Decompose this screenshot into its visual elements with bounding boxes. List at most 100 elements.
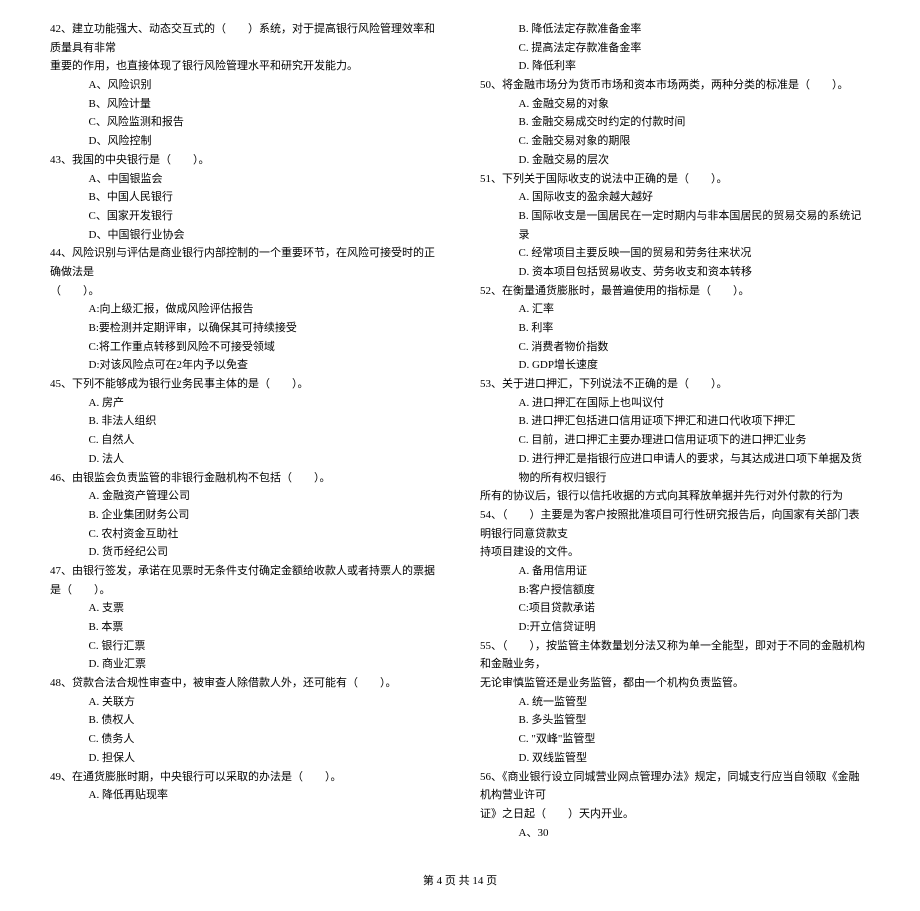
question-text: 44、风险识别与评估是商业银行内部控制的一个重要环节，在风险可接受时的正确做法是: [50, 244, 440, 281]
option-d: D. 法人: [89, 450, 441, 469]
option-b: B. 债权人: [89, 711, 441, 730]
page-footer: 第 4 页 共 14 页: [50, 872, 870, 891]
question-text-cont: 证》之日起（ ）天内开业。: [480, 805, 870, 824]
option-d: D:开立信贷证明: [519, 618, 871, 637]
question-52: 52、在衡量通货膨胀时，最普遍使用的指标是（ ）。 A. 汇率 B. 利率 C.…: [480, 282, 870, 375]
option-a: A. 统一监管型: [519, 693, 871, 712]
option-d: D. 资本项目包括贸易收支、劳务收支和资本转移: [519, 263, 871, 282]
option-a: A. 汇率: [519, 300, 871, 319]
options-55: A. 统一监管型 B. 多头监管型 C. "双峰"监管型 D. 双线监管型: [480, 693, 870, 768]
option-c: C. 消费者物价指数: [519, 338, 871, 357]
options-46: A. 金融资产管理公司 B. 企业集团财务公司 C. 农村资金互助社 D. 货币…: [50, 487, 440, 562]
option-b: B. 本票: [89, 618, 441, 637]
question-53: 53、关于进口押汇，下列说法不正确的是（ ）。 A. 进口押汇在国际上也叫议付 …: [480, 375, 870, 506]
option-a: A、风险识别: [89, 76, 441, 95]
option-b: B. 利率: [519, 319, 871, 338]
option-d-line2: 所有的协议后，银行以信托收据的方式向其释放单据并先行对外付款的行为: [480, 487, 870, 506]
option-a: A. 进口押汇在国际上也叫议付: [519, 394, 871, 413]
question-text-cont: 无论审慎监管还是业务监管，都由一个机构负责监管。: [480, 674, 870, 693]
question-42: 42、建立功能强大、动态交互式的（ ）系统，对于提高银行风险管理效率和质量具有非…: [50, 20, 440, 151]
option-a: A. 金融资产管理公司: [89, 487, 441, 506]
options-47: A. 支票 B. 本票 C. 银行汇票 D. 商业汇票: [50, 599, 440, 674]
option-d: D. 双线监管型: [519, 749, 871, 768]
option-b: B:要检测并定期评审，以确保其可持续接受: [89, 319, 441, 338]
option-a: A. 房产: [89, 394, 441, 413]
options-45: A. 房产 B. 非法人组织 C. 自然人 D. 法人: [50, 394, 440, 469]
option-c: C. 自然人: [89, 431, 441, 450]
options-53: A. 进口押汇在国际上也叫议付 B. 进口押汇包括进口信用证项下押汇和进口代收项…: [480, 394, 870, 487]
option-b: B、风险计量: [89, 95, 441, 114]
option-d: D、风险控制: [89, 132, 441, 151]
question-43: 43、我国的中央银行是（ ）。 A、中国银监会 B、中国人民银行 C、国家开发银…: [50, 151, 440, 244]
option-a: A、30: [519, 824, 871, 843]
option-a: A. 金融交易的对象: [519, 95, 871, 114]
options-49-cont: B. 降低法定存款准备金率 C. 提高法定存款准备金率 D. 降低利率: [480, 20, 870, 76]
question-text: 54、（ ）主要是为客户按照批准项目可行性研究报告后，向国家有关部门表明银行同意…: [480, 506, 870, 543]
question-text-cont: 重要的作用，也直接体现了银行风险管理水平和研究开发能力。: [50, 57, 440, 76]
question-48: 48、贷款合法合规性审查中，被审查人除借款人外，还可能有（ ）。 A. 关联方 …: [50, 674, 440, 767]
question-47: 47、由银行签发，承诺在见票时无条件支付确定金额给收款人或者持票人的票据是（ ）…: [50, 562, 440, 674]
question-49: 49、在通货膨胀时期，中央银行可以采取的办法是（ ）。 A. 降低再贴现率: [50, 768, 440, 805]
option-b: B. 降低法定存款准备金率: [519, 20, 871, 39]
question-54: 54、（ ）主要是为客户按照批准项目可行性研究报告后，向国家有关部门表明银行同意…: [480, 506, 870, 637]
question-50: 50、将金融市场分为货币市场和资本市场两类，两种分类的标准是（ ）。 A. 金融…: [480, 76, 870, 169]
option-c: C、国家开发银行: [89, 207, 441, 226]
options-50: A. 金融交易的对象 B. 金融交易成交时约定的付款时间 C. 金融交易对象的期…: [480, 95, 870, 170]
option-a: A. 支票: [89, 599, 441, 618]
option-d: D. 货币经纪公司: [89, 543, 441, 562]
question-text-cont: 持项目建设的文件。: [480, 543, 870, 562]
question-text: 47、由银行签发，承诺在见票时无条件支付确定金额给收款人或者持票人的票据是（ ）…: [50, 562, 440, 599]
option-a: A:向上级汇报，做成风险评估报告: [89, 300, 441, 319]
question-text: 45、下列不能够成为银行业务民事主体的是（ ）。: [50, 375, 440, 394]
option-a: A. 降低再贴现率: [89, 786, 441, 805]
options-44: A:向上级汇报，做成风险评估报告 B:要检测并定期评审，以确保其可持续接受 C:…: [50, 300, 440, 375]
option-a: A. 关联方: [89, 693, 441, 712]
option-d: D. 商业汇票: [89, 655, 441, 674]
option-b: B:客户授信额度: [519, 581, 871, 600]
option-c: C. 农村资金互助社: [89, 525, 441, 544]
option-a: A. 国际收支的盈余越大越好: [519, 188, 871, 207]
options-52: A. 汇率 B. 利率 C. 消费者物价指数 D. GDP增长速度: [480, 300, 870, 375]
option-b: B. 国际收支是一国居民在一定时期内与非本国居民的贸易交易的系统记录: [519, 207, 871, 244]
option-b: B. 多头监管型: [519, 711, 871, 730]
question-text: 46、由银监会负责监管的非银行金融机构不包括（ ）。: [50, 469, 440, 488]
question-56: 56、《商业银行设立同城营业网点管理办法》规定，同城支行应当自领取《金融机构营业…: [480, 768, 870, 843]
question-text: 53、关于进口押汇，下列说法不正确的是（ ）。: [480, 375, 870, 394]
option-c: C:项目贷款承诺: [519, 599, 871, 618]
options-54: A. 备用信用证 B:客户授信额度 C:项目贷款承诺 D:开立信贷证明: [480, 562, 870, 637]
option-c: C、风险监测和报告: [89, 113, 441, 132]
question-text: 52、在衡量通货膨胀时，最普遍使用的指标是（ ）。: [480, 282, 870, 301]
options-42: A、风险识别 B、风险计量 C、风险监测和报告 D、风险控制: [50, 76, 440, 151]
option-b: B. 进口押汇包括进口信用证项下押汇和进口代收项下押汇: [519, 412, 871, 431]
option-d-line1: D. 进行押汇是指银行应进口申请人的要求，与其达成进口项下单据及货物的所有权归银…: [519, 450, 871, 487]
question-text: 43、我国的中央银行是（ ）。: [50, 151, 440, 170]
option-c: C. "双峰"监管型: [519, 730, 871, 749]
option-c: C. 金融交易对象的期限: [519, 132, 871, 151]
right-column: B. 降低法定存款准备金率 C. 提高法定存款准备金率 D. 降低利率 50、将…: [480, 20, 870, 842]
options-48: A. 关联方 B. 债权人 C. 债务人 D. 担保人: [50, 693, 440, 768]
question-45: 45、下列不能够成为银行业务民事主体的是（ ）。 A. 房产 B. 非法人组织 …: [50, 375, 440, 468]
options-56: A、30: [480, 824, 870, 843]
question-text: 49、在通货膨胀时期，中央银行可以采取的办法是（ ）。: [50, 768, 440, 787]
option-a: A. 备用信用证: [519, 562, 871, 581]
page-container: 42、建立功能强大、动态交互式的（ ）系统，对于提高银行风险管理效率和质量具有非…: [50, 20, 870, 842]
option-d: D:对该风险点可在2年内予以免查: [89, 356, 441, 375]
question-text: 51、下列关于国际收支的说法中正确的是（ ）。: [480, 170, 870, 189]
option-c: C. 银行汇票: [89, 637, 441, 656]
option-b: B. 金融交易成交时约定的付款时间: [519, 113, 871, 132]
option-b: B、中国人民银行: [89, 188, 441, 207]
option-d: D、中国银行业协会: [89, 226, 441, 245]
left-column: 42、建立功能强大、动态交互式的（ ）系统，对于提高银行风险管理效率和质量具有非…: [50, 20, 440, 842]
option-d: D. 降低利率: [519, 57, 871, 76]
option-d: D. 担保人: [89, 749, 441, 768]
question-text: 42、建立功能强大、动态交互式的（ ）系统，对于提高银行风险管理效率和质量具有非…: [50, 20, 440, 57]
option-c: C. 提高法定存款准备金率: [519, 39, 871, 58]
question-text: 56、《商业银行设立同城营业网点管理办法》规定，同城支行应当自领取《金融机构营业…: [480, 768, 870, 805]
options-49: A. 降低再贴现率: [50, 786, 440, 805]
question-46: 46、由银监会负责监管的非银行金融机构不包括（ ）。 A. 金融资产管理公司 B…: [50, 469, 440, 562]
question-51: 51、下列关于国际收支的说法中正确的是（ ）。 A. 国际收支的盈余越大越好 B…: [480, 170, 870, 282]
option-d: D. 金融交易的层次: [519, 151, 871, 170]
option-c: C. 债务人: [89, 730, 441, 749]
question-text: 55、（ ），按监管主体数量划分法又称为单一全能型，即对于不同的金融机构和金融业…: [480, 637, 870, 674]
question-text: 50、将金融市场分为货币市场和资本市场两类，两种分类的标准是（ ）。: [480, 76, 870, 95]
